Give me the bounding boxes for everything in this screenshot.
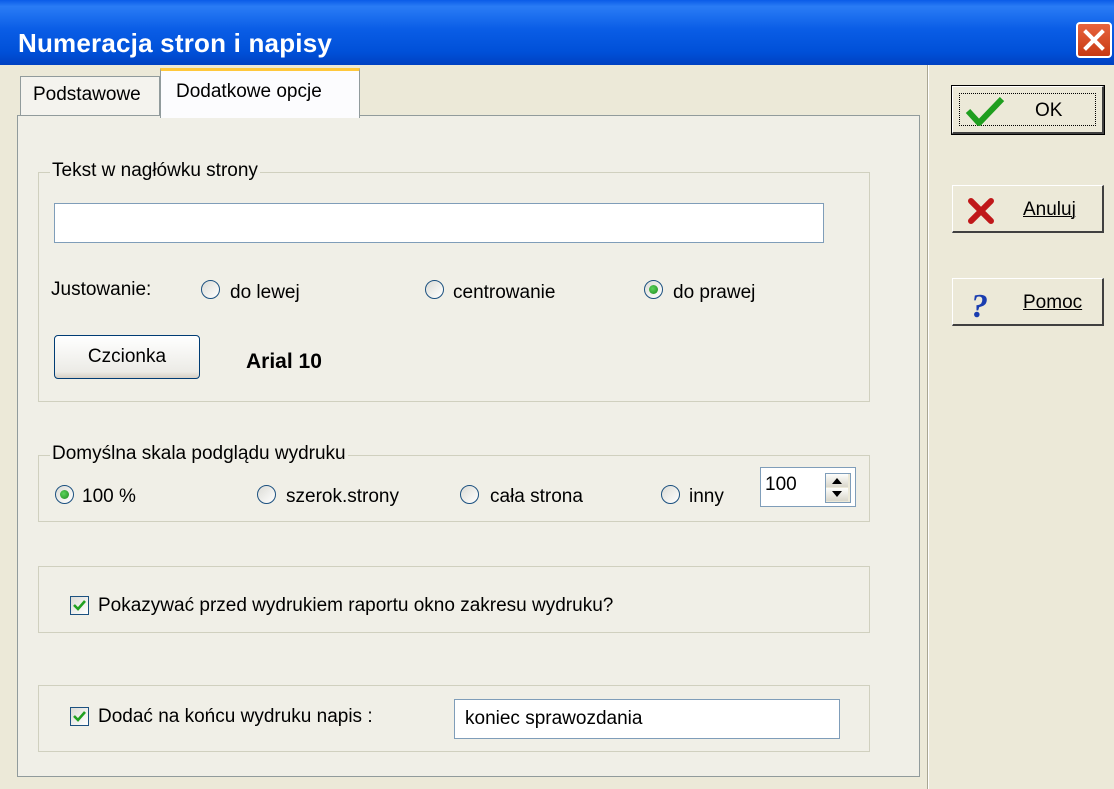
radio-right-label[interactable]: do prawej <box>673 282 755 304</box>
footer-text-input[interactable] <box>454 699 840 739</box>
checkmark-icon <box>965 97 1005 126</box>
radio-center-label[interactable]: centrowanie <box>453 282 555 304</box>
preview-scale-group <box>38 455 870 522</box>
radio-left-label[interactable]: do lewej <box>230 282 300 304</box>
font-value: Arial 10 <box>246 350 322 373</box>
font-button-label: Czcionka <box>87 346 167 367</box>
scale-spinner[interactable]: 100 <box>760 467 856 507</box>
show-range-checkbox[interactable] <box>70 596 89 615</box>
radio-page-width-label[interactable]: szerok.strony <box>286 486 399 508</box>
close-button[interactable] <box>1076 22 1112 58</box>
tab-label: Podstawowe <box>33 84 141 105</box>
footer-text-checkbox[interactable] <box>70 707 89 726</box>
group-legend: Domyślna skala podglądu wydruku <box>50 443 348 465</box>
tab-podstawowe[interactable]: Podstawowe <box>20 76 160 116</box>
x-icon <box>968 198 994 224</box>
scale-value[interactable]: 100 <box>765 474 797 496</box>
cancel-button[interactable]: Anuluj <box>952 185 1104 233</box>
radio-whole-page[interactable] <box>460 485 479 504</box>
spin-down-button[interactable] <box>826 488 848 501</box>
svg-text:?: ? <box>971 289 988 321</box>
check-icon <box>73 600 86 611</box>
radio-whole-page-label[interactable]: cała strona <box>490 486 583 508</box>
header-text-input[interactable] <box>54 203 824 243</box>
window-title: Numeracja stron i napisy <box>18 28 333 58</box>
help-button[interactable]: ? Pomoc <box>952 278 1104 326</box>
group-legend: Tekst w nagłówku strony <box>50 160 260 182</box>
cancel-label: Anuluj <box>1023 199 1076 220</box>
radio-center[interactable] <box>425 280 444 299</box>
spinner-buttons <box>825 473 851 503</box>
arrow-down-icon <box>832 491 842 497</box>
radio-other-label[interactable]: inny <box>689 486 724 508</box>
ok-button[interactable]: OK <box>951 85 1105 135</box>
divider-highlight <box>928 65 929 789</box>
spin-up-button[interactable] <box>826 474 848 487</box>
footer-text-label[interactable]: Dodać na końcu wydruku napis : <box>98 706 373 728</box>
radio-other[interactable] <box>661 485 680 504</box>
radio-100-label[interactable]: 100 % <box>82 486 136 508</box>
question-mark-icon: ? <box>971 289 988 321</box>
justify-label: Justowanie: <box>51 279 152 300</box>
title-bar: Numeracja stron i napisy <box>0 0 1114 65</box>
radio-right[interactable] <box>644 280 663 299</box>
help-label: Pomoc <box>1023 292 1083 313</box>
close-icon <box>1083 29 1105 51</box>
radio-100[interactable] <box>55 485 74 504</box>
ok-label: OK <box>1035 100 1063 121</box>
radio-left[interactable] <box>201 280 220 299</box>
radio-page-width[interactable] <box>257 485 276 504</box>
show-range-label[interactable]: Pokazywać przed wydrukiem raportu okno z… <box>98 595 613 617</box>
tab-dodatkowe-opcje[interactable]: Dodatkowe opcje <box>160 68 360 118</box>
arrow-up-icon <box>832 478 842 484</box>
tab-label: Dodatkowe opcje <box>176 81 322 102</box>
check-icon <box>73 711 86 722</box>
font-button[interactable]: Czcionka <box>54 335 200 379</box>
